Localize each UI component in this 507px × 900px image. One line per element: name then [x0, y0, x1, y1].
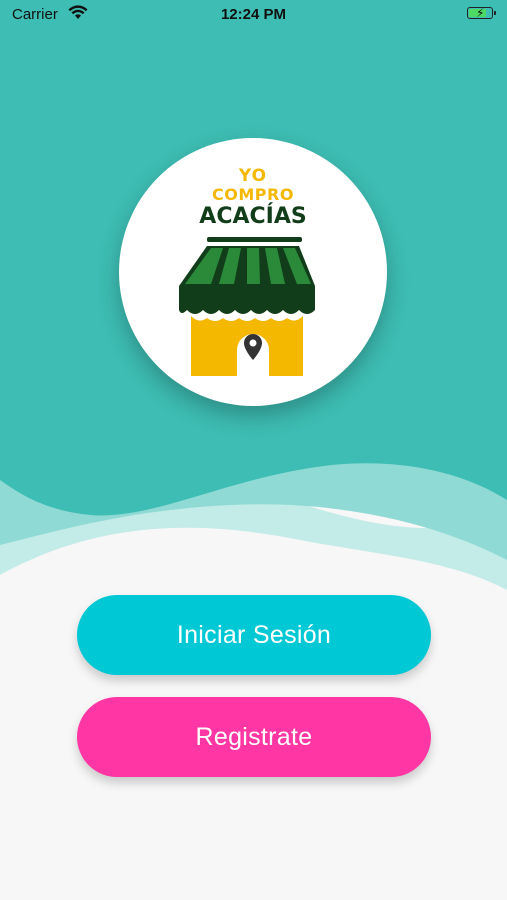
login-button[interactable]: Iniciar Sesión — [77, 595, 431, 675]
status-time: 12:24 PM — [220, 6, 287, 23]
register-button[interactable]: Registrate — [77, 697, 431, 777]
store-awning-icon — [179, 237, 315, 376]
status-bar: Carrier 12:24 PM ⚡ — [0, 0, 507, 30]
app-logo: YO COMPRO ACACÍAS — [119, 138, 387, 406]
battery-charging-icon: ⚡ — [467, 6, 496, 20]
